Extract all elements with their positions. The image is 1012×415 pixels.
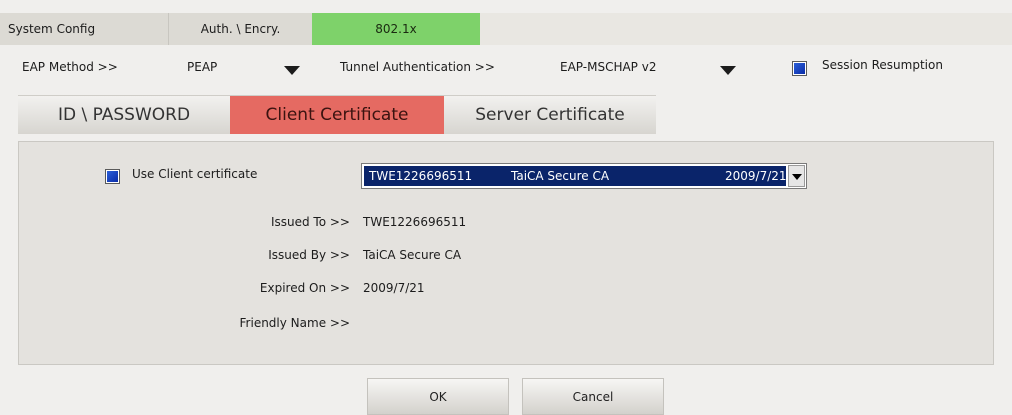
expired-on-value: 2009/7/21 <box>363 281 425 295</box>
eap-method-select[interactable]: PEAP <box>187 60 217 74</box>
session-resumption-checkbox[interactable] <box>792 61 807 76</box>
subtab-id-password[interactable]: ID \ PASSWORD <box>18 95 230 134</box>
use-client-cert-checkbox[interactable] <box>105 169 120 184</box>
issued-to-value: TWE1226696511 <box>363 215 467 229</box>
check-icon <box>107 171 118 182</box>
eap-method-label: EAP Method >> <box>22 60 118 74</box>
tunnel-auth-label: Tunnel Authentication >> <box>340 60 495 74</box>
session-resumption-label: Session Resumption <box>822 58 943 72</box>
issued-by-label: Issued By >> <box>268 248 350 262</box>
tunnel-auth-dropdown-icon[interactable] <box>720 66 736 75</box>
friendly-name-label: Friendly Name >> <box>239 316 350 330</box>
expired-on-label: Expired On >> <box>259 281 350 295</box>
subtab-client-certificate[interactable]: Client Certificate <box>230 95 444 134</box>
tunnel-auth-select[interactable]: EAP-MSCHAP v2 <box>560 60 656 74</box>
ok-button[interactable]: OK <box>367 378 509 415</box>
check-icon <box>794 63 805 74</box>
cancel-button[interactable]: Cancel <box>522 378 664 415</box>
tab-system-config[interactable]: System Config <box>0 13 168 45</box>
issued-by-value: TaiCA Secure CA <box>363 248 462 262</box>
tab-auth-encry[interactable]: Auth. \ Encry. <box>168 13 312 45</box>
eap-method-dropdown-icon[interactable] <box>284 66 300 75</box>
use-client-cert-label: Use Client certificate <box>132 167 258 181</box>
chevron-down-icon <box>792 174 802 180</box>
cert-issued-by: TaiCA Secure CA <box>511 169 610 183</box>
certificate-selected-row: TWE1226696511 TaiCA Secure CA 2009/7/21 <box>364 166 787 186</box>
subtab-server-certificate[interactable]: Server Certificate <box>444 95 656 134</box>
certificate-dropdown-button[interactable] <box>788 165 805 187</box>
eap-settings-row: EAP Method >> PEAP Tunnel Authentication… <box>0 48 1012 88</box>
tab-8021x[interactable]: 802.1x <box>312 13 480 45</box>
issued-to-label: Issued To >> <box>270 215 350 229</box>
cert-issued-to: TWE1226696511 <box>369 169 473 183</box>
certificate-select[interactable]: TWE1226696511 TaiCA Secure CA 2009/7/21 <box>361 163 807 189</box>
cert-expires: 2009/7/21 <box>725 169 787 183</box>
